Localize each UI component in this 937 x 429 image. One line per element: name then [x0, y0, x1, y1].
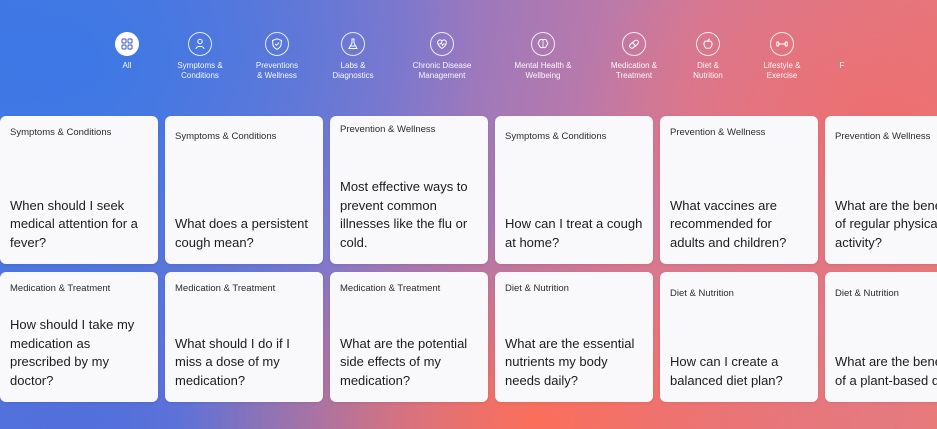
nav-label: Lifestyle & Exercise: [763, 61, 801, 80]
question-card[interactable]: Symptoms & Conditions What does a persis…: [165, 116, 323, 264]
card-category: Diet & Nutrition: [505, 283, 569, 294]
question-card[interactable]: Diet & Nutrition What are the essential …: [495, 272, 653, 402]
flask-icon: [341, 32, 365, 56]
card-category: Diet & Nutrition: [835, 288, 899, 299]
apple-icon: [696, 32, 720, 56]
card-category: Symptoms & Conditions: [175, 131, 277, 142]
grid-icon: [115, 32, 139, 56]
card-category: Symptoms & Conditions: [505, 131, 607, 142]
nav-item-mental-health[interactable]: Mental Health & Wellbeing: [503, 32, 583, 81]
nav-item-preventions-wellness[interactable]: Preventions & Wellness: [237, 32, 317, 81]
question-card[interactable]: Diet & Nutrition How can I create a bala…: [660, 272, 818, 402]
nav-label: Diet & Nutrition: [693, 61, 723, 80]
card-category: Prevention & Wellness: [835, 131, 931, 142]
card-question: What are the essential nutrients my body…: [505, 335, 635, 388]
question-card[interactable]: Medication & Treatment What should I do …: [165, 272, 323, 402]
question-card[interactable]: Prevention & Wellness Most effective way…: [330, 116, 488, 264]
card-question: What are the benefits of regular physica…: [835, 197, 937, 250]
nav-item-all[interactable]: All: [87, 32, 167, 71]
question-card[interactable]: Medication & Treatment How should I take…: [0, 272, 158, 402]
card-category: Prevention & Wellness: [670, 127, 766, 138]
card-category: Medication & Treatment: [340, 283, 441, 294]
shield-wellness-icon: [265, 32, 289, 56]
nav-item-truncated[interactable]: F: [834, 32, 850, 71]
question-card[interactable]: Prevention & Wellness What vaccines are …: [660, 116, 818, 264]
nav-item-chronic-disease[interactable]: Chronic Disease Management: [402, 32, 482, 81]
question-card[interactable]: Prevention & Wellness What are the benef…: [825, 116, 937, 264]
question-card[interactable]: Diet & Nutrition What are the benefits o…: [825, 272, 937, 402]
card-question: What does a persistent cough mean?: [175, 216, 308, 250]
pill-icon: [622, 32, 646, 56]
card-category: Medication & Treatment: [175, 283, 276, 294]
question-card[interactable]: Medication & Treatment What are the pote…: [330, 272, 488, 402]
dumbbell-icon: [770, 32, 794, 56]
card-question: What should I do if I miss a dose of my …: [175, 335, 290, 388]
nav-label: All: [122, 61, 132, 70]
nav-item-lifestyle-exercise[interactable]: Lifestyle & Exercise: [742, 32, 822, 81]
card-question: What are the benefits of a plant-based d…: [835, 354, 937, 388]
card-category: Symptoms & Conditions: [10, 127, 112, 138]
person-symptoms-icon: [188, 32, 212, 56]
nav-item-diet-nutrition[interactable]: Diet & Nutrition: [668, 32, 748, 81]
card-question: Most effective ways to prevent common il…: [340, 179, 468, 250]
nav-label: F: [839, 61, 845, 70]
card-question: How can I create a balanced diet plan?: [670, 354, 783, 388]
nav-label: Mental Health & Wellbeing: [514, 61, 572, 80]
category-nav: All Symptoms & Conditions Preventions & …: [0, 32, 937, 92]
question-card[interactable]: Symptoms & Conditions When should I seek…: [0, 116, 158, 264]
nav-label: Symptoms & Conditions: [177, 61, 223, 80]
heart-monitor-icon: [430, 32, 454, 56]
card-question: When should I seek medical attention for…: [10, 197, 138, 250]
brain-icon: [531, 32, 555, 56]
nav-label: Medication & Treatment: [610, 61, 658, 80]
card-category: Diet & Nutrition: [670, 288, 734, 299]
nav-label: Labs & Diagnostics: [332, 61, 374, 80]
card-question: How can I treat a cough at home?: [505, 216, 643, 250]
nav-label: Chronic Disease Management: [412, 61, 472, 80]
card-question: How should I take my medication as presc…: [10, 317, 135, 388]
card-question: What vaccines are recommended for adults…: [670, 197, 787, 250]
nav-item-medication-treatment[interactable]: Medication & Treatment: [594, 32, 674, 81]
nav-item-symptoms-conditions[interactable]: Symptoms & Conditions: [160, 32, 240, 81]
card-category: Prevention & Wellness: [340, 124, 436, 135]
question-card[interactable]: Symptoms & Conditions How can I treat a …: [495, 116, 653, 264]
card-category: Medication & Treatment: [10, 283, 111, 294]
card-question: What are the potential side effects of m…: [340, 335, 468, 388]
nav-item-labs-diagnostics[interactable]: Labs & Diagnostics: [313, 32, 393, 81]
nav-label: Preventions & Wellness: [255, 61, 299, 80]
